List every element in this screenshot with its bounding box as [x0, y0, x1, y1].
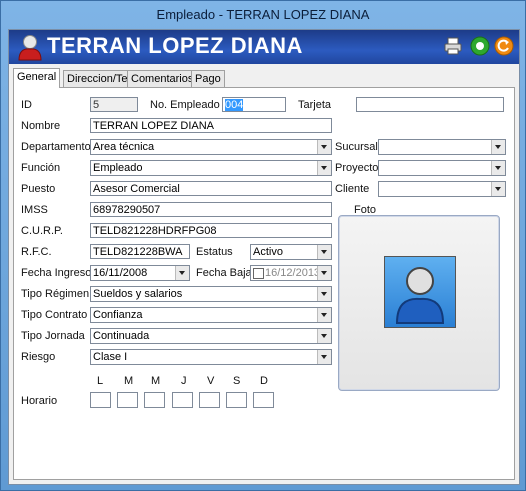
- green-circle-icon[interactable]: [470, 36, 490, 56]
- cliente-dropdown[interactable]: [378, 181, 506, 197]
- no-empleado-label: No. Empleado: [150, 99, 220, 111]
- horario-l-field[interactable]: [90, 392, 111, 408]
- printer-icon[interactable]: [443, 36, 463, 56]
- tipo-jornada-value: Continuada: [93, 330, 150, 342]
- day-label-s: S: [233, 375, 241, 387]
- imss-field[interactable]: 68978290507: [90, 202, 332, 217]
- funcion-label: Función: [21, 162, 61, 174]
- chevron-down-icon: [317, 245, 331, 259]
- fecha-baja-value: 16/12/2013: [265, 267, 321, 279]
- riesgo-value: Clase I: [93, 351, 128, 363]
- chevron-down-icon: [317, 308, 331, 322]
- estatus-dropdown[interactable]: Activo: [250, 244, 332, 260]
- tarjeta-label: Tarjeta: [298, 99, 332, 111]
- proyecto-dropdown[interactable]: [378, 160, 506, 176]
- sucursal-dropdown[interactable]: [378, 139, 506, 155]
- employee-window: Empleado - TERRAN LOPEZ DIANA TERRAN LOP…: [0, 0, 526, 491]
- riesgo-dropdown[interactable]: Clase I: [90, 349, 332, 365]
- horario-j-field[interactable]: [172, 392, 193, 408]
- funcion-value: Empleado: [93, 162, 143, 174]
- day-label-d: D: [260, 375, 268, 387]
- tipo-contrato-dropdown[interactable]: Confianza: [90, 307, 332, 323]
- tab-general[interactable]: General: [13, 68, 61, 88]
- chevron-down-icon: [175, 266, 189, 280]
- cliente-label: Cliente: [335, 183, 370, 195]
- day-label-j: J: [181, 375, 187, 387]
- chevron-down-icon: [491, 140, 505, 154]
- tipo-jornada-label: Tipo Jornada: [21, 330, 85, 342]
- fecha-baja-datepicker[interactable]: 16/12/2013: [250, 265, 332, 281]
- fecha-baja-checkbox[interactable]: [253, 268, 264, 279]
- photo-frame[interactable]: [338, 215, 500, 391]
- id-field[interactable]: 5: [90, 97, 138, 112]
- nombre-label: Nombre: [21, 120, 61, 132]
- employee-name-heading: TERRAN LOPEZ DIANA: [47, 33, 303, 58]
- day-label-m2: M: [151, 375, 161, 387]
- tipo-regimen-dropdown[interactable]: Sueldos y salarios: [90, 286, 332, 302]
- curp-field[interactable]: TELD821228HDRFPG08: [90, 223, 332, 238]
- chevron-down-icon: [317, 350, 331, 364]
- nombre-field[interactable]: TERRAN LOPEZ DIANA: [90, 118, 332, 133]
- tipo-regimen-label: Tipo Régimen: [21, 288, 90, 300]
- window-client: TERRAN LOPEZ DIANA General Direccion/Tel…: [8, 29, 520, 485]
- tipo-contrato-label: Tipo Contrato: [21, 309, 88, 321]
- tipo-contrato-value: Confianza: [93, 309, 143, 321]
- riesgo-label: Riesgo: [21, 351, 56, 363]
- departamento-value: Area técnica: [93, 141, 155, 153]
- person-silhouette-icon: [395, 267, 445, 324]
- departamento-dropdown[interactable]: Area técnica: [90, 139, 332, 155]
- tab-direccion-tel[interactable]: Direccion/Tel: [63, 70, 134, 87]
- chevron-down-icon: [491, 182, 505, 196]
- puesto-field[interactable]: Asesor Comercial: [90, 181, 332, 196]
- fecha-ingreso-label: Fecha Ingreso: [21, 267, 92, 279]
- departamento-label: Departamento: [21, 141, 91, 153]
- chevron-down-icon: [317, 329, 331, 343]
- id-label: ID: [21, 99, 32, 111]
- estatus-label: Estatus: [196, 246, 233, 258]
- chevron-down-icon: [491, 161, 505, 175]
- user-avatar-icon: [18, 35, 42, 61]
- day-label-v: V: [207, 375, 215, 387]
- fecha-ingreso-value: 16/11/2008: [93, 267, 148, 279]
- window-title: Empleado - TERRAN LOPEZ DIANA: [156, 7, 370, 22]
- tab-comentarios[interactable]: Comentarios: [127, 70, 198, 87]
- orange-refresh-icon[interactable]: [494, 36, 514, 56]
- photo-placeholder: [384, 256, 456, 328]
- tarjeta-field[interactable]: [356, 97, 504, 112]
- tipo-regimen-value: Sueldos y salarios: [93, 288, 183, 300]
- chevron-down-icon: [317, 287, 331, 301]
- puesto-label: Puesto: [21, 183, 56, 195]
- estatus-value: Activo: [253, 246, 283, 258]
- fecha-ingreso-datepicker[interactable]: 16/11/2008: [90, 265, 190, 281]
- no-empleado-value: 004: [225, 99, 244, 111]
- imss-label: IMSS: [21, 204, 48, 216]
- day-label-l: L: [97, 375, 104, 387]
- rfc-label: R.F.C.: [21, 246, 52, 258]
- chevron-down-icon: [317, 266, 331, 280]
- tab-pago[interactable]: Pago: [191, 70, 225, 87]
- horario-d-field[interactable]: [253, 392, 274, 408]
- no-empleado-field[interactable]: 004: [222, 97, 286, 112]
- fecha-baja-label: Fecha Baja: [196, 267, 252, 279]
- rfc-field[interactable]: TELD821228BWA: [90, 244, 190, 259]
- employee-header: TERRAN LOPEZ DIANA: [9, 30, 519, 64]
- horario-label: Horario: [21, 395, 58, 407]
- day-label-m1: M: [124, 375, 134, 387]
- general-panel: ID 5 No. Empleado 004 Tarjeta Nombre TER…: [13, 87, 515, 480]
- funcion-dropdown[interactable]: Empleado: [90, 160, 332, 176]
- horario-s-field[interactable]: [226, 392, 247, 408]
- chevron-down-icon: [317, 140, 331, 154]
- horario-v-field[interactable]: [199, 392, 220, 408]
- proyecto-label: Proyecto: [335, 162, 379, 174]
- horario-m1-field[interactable]: [117, 392, 138, 408]
- horario-m2-field[interactable]: [144, 392, 165, 408]
- curp-label: C.U.R.P.: [21, 225, 63, 237]
- sucursal-label: Sucursal: [335, 141, 378, 153]
- chevron-down-icon: [317, 161, 331, 175]
- tipo-jornada-dropdown[interactable]: Continuada: [90, 328, 332, 344]
